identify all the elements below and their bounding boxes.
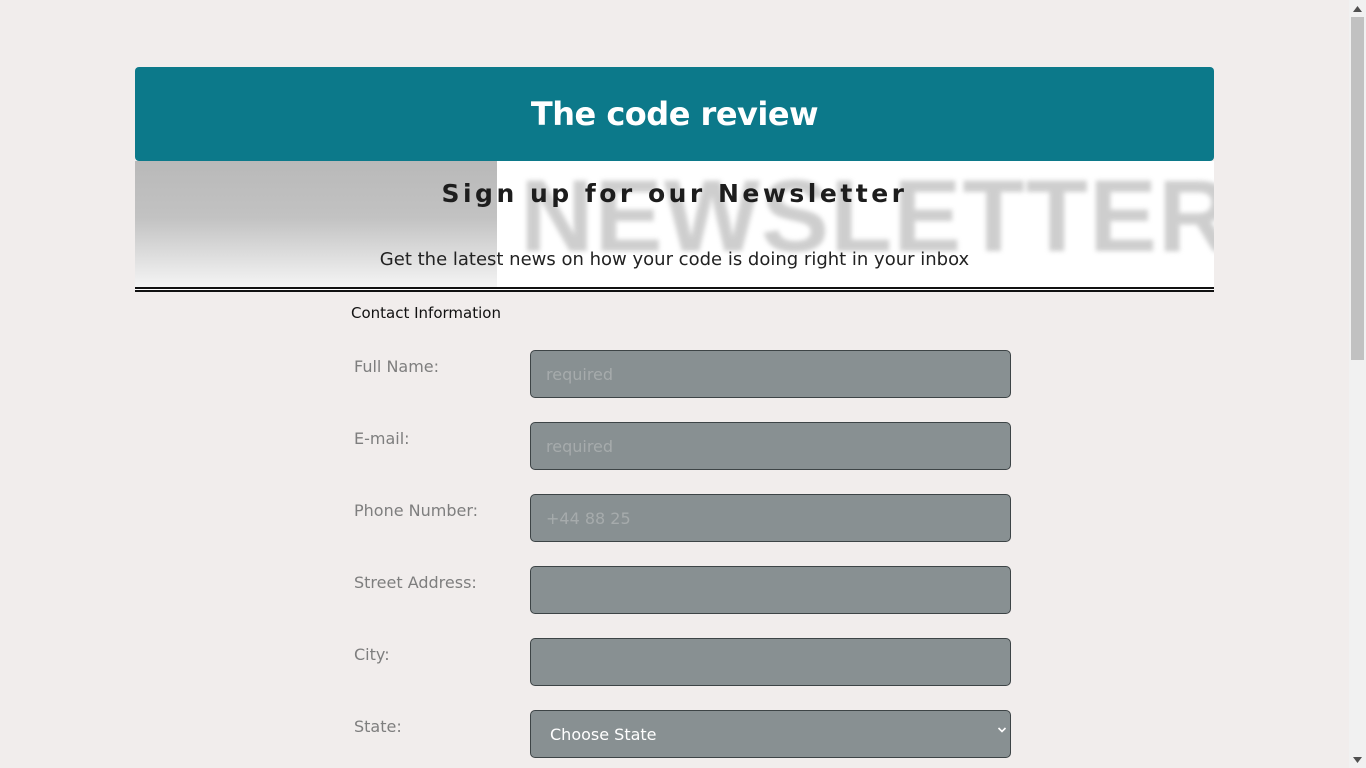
vertical-scrollbar[interactable] [1349, 0, 1366, 768]
street-address-row: Street Address: [354, 566, 1011, 614]
full-name-row: Full Name: [354, 350, 1011, 398]
state-select[interactable]: Choose State [530, 710, 1011, 758]
city-label: City: [354, 645, 390, 664]
email-input[interactable] [530, 422, 1011, 470]
city-input[interactable] [530, 638, 1011, 686]
email-row: E-mail: [354, 422, 1011, 470]
street-address-label: Street Address: [354, 573, 477, 592]
phone-row: Phone Number: [354, 494, 1011, 542]
site-title: The code review [530, 95, 819, 133]
page: The code review NEWSLETTER Sign up for o… [0, 0, 1349, 768]
street-address-input[interactable] [530, 566, 1011, 614]
site-header: The code review [135, 67, 1214, 161]
full-name-input[interactable] [530, 350, 1011, 398]
triangle-down-icon [1353, 756, 1362, 763]
newsletter-heading: Sign up for our Newsletter [441, 179, 908, 208]
newsletter-banner: NEWSLETTER Sign up for our Newsletter Ge… [135, 161, 1214, 287]
triangle-up-icon [1353, 5, 1362, 12]
scroll-down-button[interactable] [1349, 751, 1366, 768]
full-name-label: Full Name: [354, 357, 440, 376]
state-row: State: Choose State [354, 710, 1011, 758]
phone-input[interactable] [530, 494, 1011, 542]
email-label: E-mail: [354, 429, 410, 448]
scroll-up-button[interactable] [1349, 0, 1366, 17]
contact-information-legend: Contact Information [351, 304, 501, 322]
scrollbar-thumb[interactable] [1351, 17, 1364, 360]
newsletter-subtext: Get the latest news on how your code is … [379, 249, 970, 270]
double-divider [135, 287, 1214, 292]
city-row: City: [354, 638, 1011, 686]
state-label: State: [354, 717, 402, 736]
phone-label: Phone Number: [354, 501, 479, 520]
